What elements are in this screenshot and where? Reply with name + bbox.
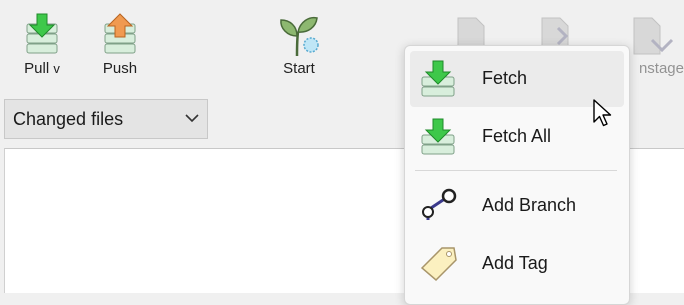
menu-item-label: Add Branch xyxy=(482,195,577,215)
view-selector[interactable]: Changed files xyxy=(4,99,208,139)
branch-icon xyxy=(422,188,457,220)
pull-dropdown-menu: Fetch Fetch All Add Branch Add Tag xyxy=(404,45,630,305)
fetch-icon xyxy=(421,60,455,97)
mouse-cursor-icon xyxy=(593,99,612,127)
start-label: Start xyxy=(283,60,315,77)
unstage-icon xyxy=(633,17,674,55)
push-icon xyxy=(104,13,136,54)
menu-item-label: Add Tag xyxy=(482,253,548,273)
pull-label: Pull xyxy=(24,60,50,77)
menu-item-add-branch[interactable]: Add Branch xyxy=(410,178,624,234)
fetch-all-icon xyxy=(421,118,455,155)
menu-item-label: Fetch xyxy=(482,68,528,88)
menu-item-add-tag[interactable]: Add Tag xyxy=(410,236,624,292)
start-button[interactable]: Start xyxy=(276,12,322,78)
pull-dropdown-indicator[interactable]: v xyxy=(53,61,60,76)
pull-button[interactable]: Pull v xyxy=(18,12,66,78)
push-button[interactable]: Push xyxy=(98,12,142,78)
menu-item-label: Fetch All xyxy=(482,126,552,146)
view-selector-value: Changed files xyxy=(13,109,124,129)
chevron-down-icon xyxy=(185,114,199,123)
tag-icon xyxy=(420,247,457,282)
menu-separator xyxy=(415,170,617,171)
push-label: Push xyxy=(102,60,138,77)
sprout-icon xyxy=(280,16,319,57)
pull-icon xyxy=(26,13,58,54)
